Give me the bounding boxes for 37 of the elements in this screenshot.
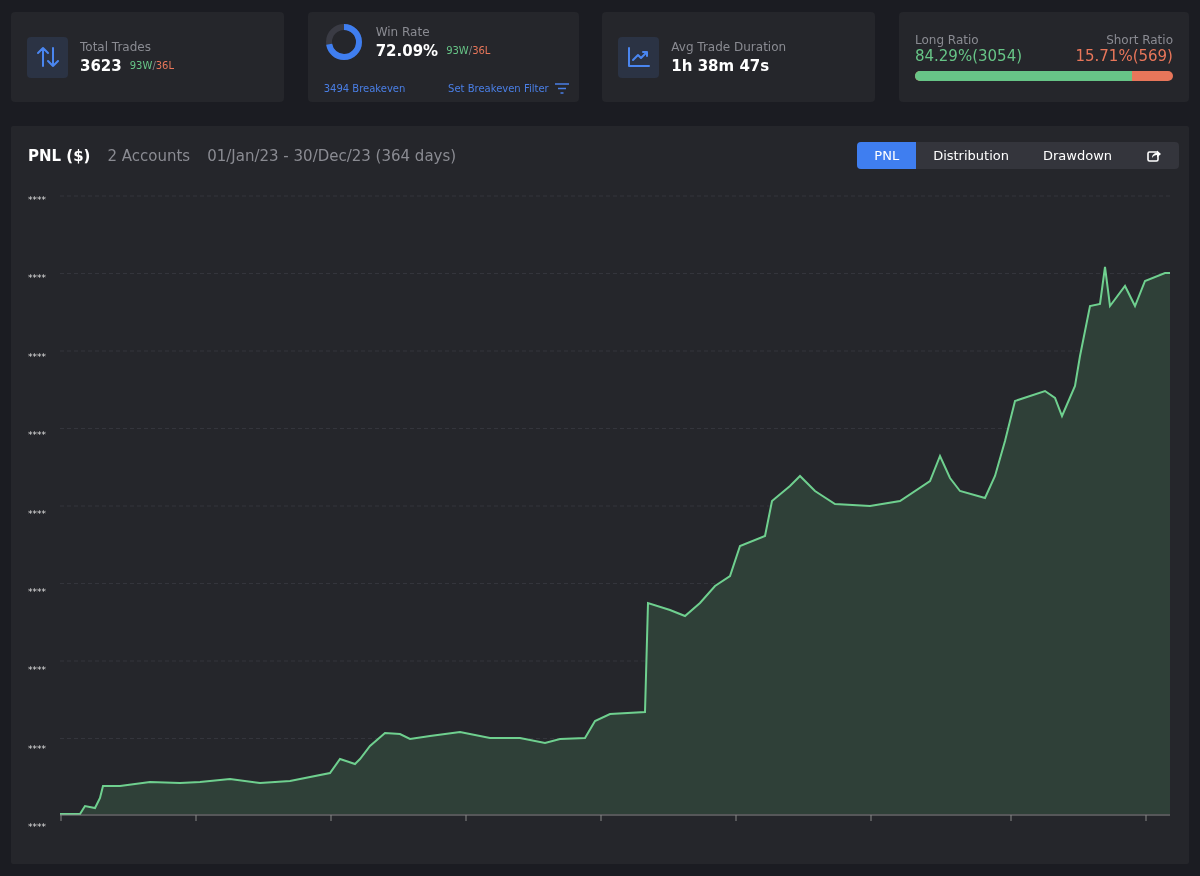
y-axis-label: **** [28,822,47,832]
y-axis-label: **** [28,351,47,362]
y-axis-label: **** [28,743,47,754]
long-ratio-label: Long Ratio [914,33,979,47]
y-axis-label: **** [28,508,47,519]
filter-icon[interactable] [554,83,569,94]
stat-label: Avg Trade Duration [671,39,787,54]
sort-arrows-icon [35,46,60,68]
y-axis-label: **** [28,430,47,441]
stat-label: Win Rate [375,24,431,39]
trend-chart-icon [626,46,651,68]
date-range: 01/Jan/23 - 30/Dec/23 (364 days) [207,146,457,165]
stat-value: 72.09% [375,41,439,60]
view-tab[interactable]: Distribution [916,142,1026,169]
stat-label: Total Trades [80,39,152,54]
y-axis-label: **** [28,665,47,676]
separator: / [152,60,156,71]
view-tab[interactable]: Drawdown [1025,142,1129,169]
y-axis-label: **** [28,273,47,284]
stat-value: 1h 38m 47s [671,56,770,75]
breakeven-link[interactable]: 3494 Breakeven [323,83,406,94]
losses-count: 36L [155,60,175,71]
stat-value: 3623 [80,56,122,75]
accounts-count: 2 Accounts [107,146,191,165]
view-tab[interactable]: PNL [857,142,917,169]
breakeven-filter-link[interactable]: Set Breakeven Filter [448,83,549,94]
panel-title: PNL ($) [28,146,91,165]
separator: / [468,45,473,56]
losses-count: 36L [472,45,491,56]
y-axis-label: **** [28,195,47,205]
y-axis-label: **** [28,586,47,597]
wins-count: 93W [129,60,153,71]
short-ratio-value: 15.71%(569) [1075,47,1173,65]
wins-count: 93W [446,45,469,56]
share-icon [1147,149,1161,162]
long-ratio-value: 84.29%(3054) [914,47,1023,65]
short-ratio-label: Short Ratio [1106,33,1173,47]
